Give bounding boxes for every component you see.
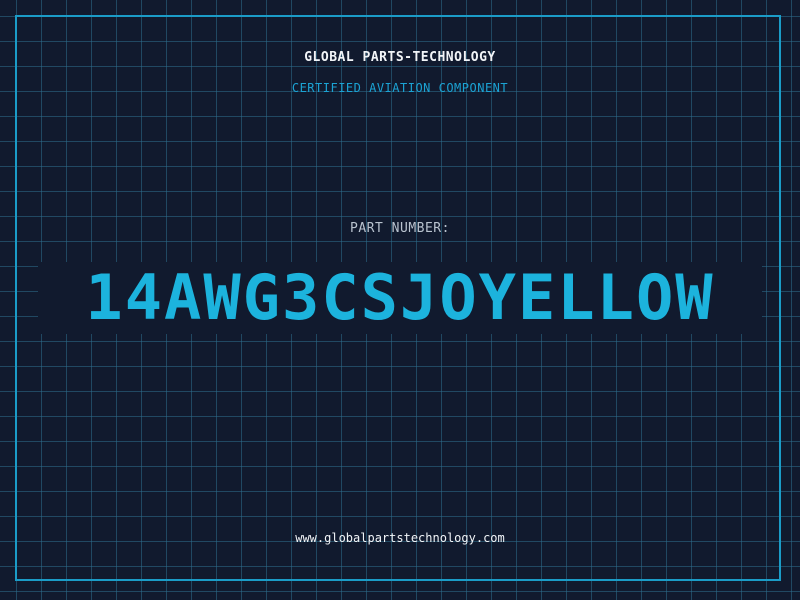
part-card: GLOBAL PARTS-TECHNOLOGY CERTIFIED AVIATI… xyxy=(0,0,800,600)
website-url: www.globalpartstechnology.com xyxy=(295,531,505,545)
company-name: GLOBAL PARTS-TECHNOLOGY xyxy=(304,50,496,65)
part-number-label: PART NUMBER: xyxy=(350,221,450,236)
part-number-value: 14AWG3CSJOYELLOW xyxy=(85,261,715,334)
certification-tagline: CERTIFIED AVIATION COMPONENT xyxy=(291,81,509,95)
